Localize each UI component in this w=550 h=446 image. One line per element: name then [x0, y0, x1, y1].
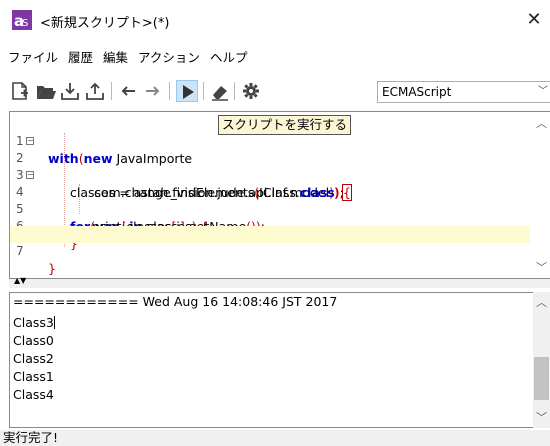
line-number: 7	[16, 244, 24, 258]
forward-arrow-icon[interactable]	[142, 80, 164, 102]
menu-bar: ファイル 履歴 編集 アクション ヘルプ	[0, 48, 252, 68]
close-button[interactable]: ✕	[522, 8, 546, 32]
toolbar-separator	[169, 82, 170, 100]
astah-script-icon: a S	[12, 10, 32, 30]
code-line-4: 4 − for(var i in classes) {	[10, 167, 530, 235]
new-script-icon[interactable]	[9, 80, 31, 102]
code-line-7: 7 }	[10, 226, 530, 276]
upload-icon[interactable]	[84, 80, 106, 102]
toolbar-separator	[111, 82, 112, 100]
output-line: Class3	[13, 315, 55, 330]
language-select[interactable]: ECMAScript ﹀	[377, 81, 550, 103]
output-console[interactable]: ============ Wed Aug 16 14:08:46 JST 201…	[9, 292, 550, 428]
eraser-icon[interactable]	[209, 80, 231, 102]
output-line: Class0	[13, 333, 54, 348]
menu-action[interactable]: アクション	[133, 48, 205, 68]
run-play-icon[interactable]	[176, 80, 198, 102]
text-caret	[53, 316, 55, 329]
code-line-6: 6 }	[10, 201, 530, 251]
menu-history[interactable]: 履歴	[63, 48, 98, 68]
code-line-2: 2 − com.change_vision.jude.api.inf.model…	[10, 133, 530, 201]
output-line: Class2	[13, 351, 54, 366]
title-bar: a S <新規スクリプト>(*) ✕	[0, 0, 550, 40]
output-line: Class1	[13, 369, 54, 384]
code-line-5: 5 print(classes[i].getName());	[10, 184, 530, 234]
window-title: <新規スクリプト>(*)	[40, 16, 170, 31]
code-line-3: 3 classes = astah.findElements(IClass.cl…	[10, 150, 530, 200]
scroll-up-icon[interactable]: ︿	[533, 115, 550, 132]
gear-icon[interactable]	[240, 80, 262, 102]
status-bar: 実行完了!	[0, 430, 550, 446]
scroll-thumb[interactable]	[534, 357, 549, 400]
scroll-up-icon[interactable]: ︿	[533, 294, 550, 311]
back-arrow-icon[interactable]	[117, 80, 139, 102]
status-text: 実行完了!	[3, 430, 59, 445]
fold-icon[interactable]: −	[26, 171, 34, 179]
output-header: ============ Wed Aug 16 14:08:46 JST 201…	[13, 294, 338, 309]
language-value: ECMAScript	[382, 85, 452, 99]
toolbar-separator	[234, 82, 235, 100]
open-folder-icon[interactable]	[35, 80, 57, 102]
splitter-arrows-icon[interactable]: ▲▼	[14, 277, 26, 285]
toolbar-separator	[203, 82, 204, 100]
menu-help[interactable]: ヘルプ	[205, 48, 253, 68]
scroll-down-icon[interactable]: ﹀	[533, 409, 550, 426]
pane-splitter[interactable]	[9, 279, 550, 288]
script-editor[interactable]: 1 with(new JavaImporte 2 − com.change_vi…	[9, 111, 550, 279]
fold-icon[interactable]: −	[26, 137, 34, 145]
output-scrollbar[interactable]: ︿ ﹀	[533, 292, 550, 428]
output-line: Class4	[13, 387, 54, 402]
download-icon[interactable]	[59, 80, 81, 102]
scroll-down-icon[interactable]: ﹀	[533, 259, 550, 276]
close-icon: ✕	[526, 9, 542, 30]
svg-text:S: S	[22, 18, 28, 29]
menu-file[interactable]: ファイル	[0, 48, 63, 68]
menu-edit[interactable]: 編集	[98, 48, 133, 68]
bracket: }	[48, 261, 56, 276]
chevron-down-icon: ﹀	[538, 86, 548, 97]
run-tooltip: スクリプトを実行する	[218, 115, 352, 135]
editor-scrollbar[interactable]: ︿ ﹀	[533, 111, 550, 279]
